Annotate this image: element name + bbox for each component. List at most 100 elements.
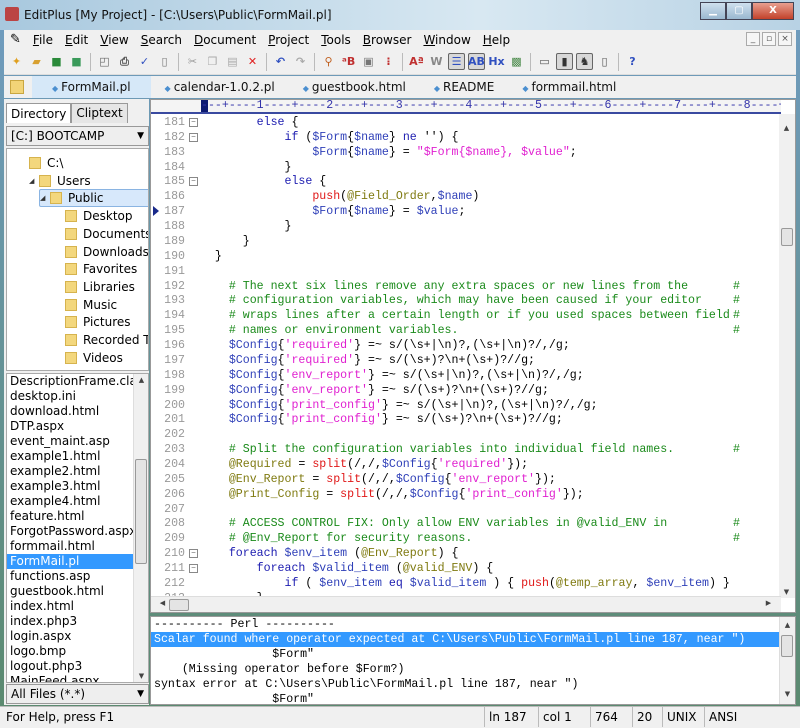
- directory-window-icon[interactable]: ▮: [556, 53, 573, 70]
- code-line[interactable]: 205 @Env_Report = split(/,/,$Config{'env…: [151, 472, 781, 487]
- minimize-button[interactable]: ▁: [700, 2, 726, 20]
- fold-toggle-icon[interactable]: −: [189, 132, 198, 142]
- file-list-item[interactable]: logo.bmp: [7, 644, 133, 659]
- tab-directory[interactable]: Directory: [6, 103, 72, 123]
- tree-item-public[interactable]: ◢ Public: [39, 189, 148, 208]
- code-line[interactable]: 183 $Form{$name} = "$Form{$name}, $value…: [151, 145, 781, 160]
- goto-icon[interactable]: ▣: [360, 53, 377, 70]
- scroll-right-icon[interactable]: ▶: [761, 599, 776, 607]
- menu-search[interactable]: Search: [135, 33, 188, 47]
- hex-view-icon[interactable]: Hx: [488, 53, 505, 70]
- tree-item-downloads[interactable]: Downloads: [55, 243, 148, 261]
- code-line[interactable]: 194 # wraps lines after a certain length…: [151, 308, 781, 323]
- scroll-down-icon[interactable]: ▼: [780, 690, 795, 698]
- file-list-item[interactable]: guestbook.html: [7, 584, 133, 599]
- tab-formmail-html[interactable]: ◆ formmail.html: [508, 76, 630, 98]
- scroll-up-icon[interactable]: ▲: [779, 124, 794, 132]
- code-line[interactable]: 192 # The next six lines remove any extr…: [151, 279, 781, 294]
- menu-view[interactable]: View: [94, 33, 134, 47]
- line-numbers-icon[interactable]: ⁝: [380, 53, 397, 70]
- file-list-scrollbar[interactable]: ▲ ▼: [133, 374, 148, 682]
- fold-toggle-icon[interactable]: −: [189, 177, 198, 187]
- file-list-item[interactable]: example3.html: [7, 479, 133, 494]
- code-line[interactable]: 195 # names or environment variables. #: [151, 323, 781, 338]
- scroll-down-icon[interactable]: ▼: [779, 588, 794, 596]
- tab-calendar-1-0-2-pl[interactable]: ◆ calendar-1.0.2.pl: [151, 76, 289, 98]
- find-icon[interactable]: ⚲: [320, 53, 337, 70]
- cliptext-window-icon[interactable]: ♞: [576, 53, 593, 70]
- menu-browser[interactable]: Browser: [357, 33, 418, 47]
- menu-project[interactable]: Project: [262, 33, 315, 47]
- code-line[interactable]: 206 @Print_Config = split(/,/,$Config{'p…: [151, 487, 781, 502]
- file-list-item[interactable]: index.php3: [7, 614, 133, 629]
- fold-toggle-icon[interactable]: −: [189, 118, 198, 127]
- file-list-item[interactable]: feature.html: [7, 509, 133, 524]
- scroll-thumb[interactable]: [781, 228, 793, 246]
- tree-item-libraries[interactable]: Libraries: [55, 278, 148, 296]
- scroll-down-icon[interactable]: ▼: [134, 672, 148, 680]
- code-line[interactable]: 203 # Split the configuration variables …: [151, 442, 781, 457]
- scroll-thumb[interactable]: [169, 599, 189, 611]
- file-list-item[interactable]: DTP.aspx: [7, 419, 133, 434]
- scroll-thumb[interactable]: [135, 459, 147, 564]
- tab-formmail-pl[interactable]: ◆ FormMail.pl: [32, 76, 151, 98]
- output-line[interactable]: ---------- Perl ----------: [151, 617, 779, 632]
- maximize-button[interactable]: ▢: [726, 2, 752, 20]
- scroll-thumb[interactable]: [781, 635, 793, 657]
- file-list-item[interactable]: ForgotPassword.aspx: [7, 524, 133, 539]
- editor-vertical-scrollbar[interactable]: ▲ ▼: [779, 114, 795, 598]
- tree-item-recorded-tv[interactable]: Recorded TV: [55, 331, 148, 349]
- status-eol[interactable]: UNIX: [662, 707, 704, 727]
- file-list-item[interactable]: DescriptionFrame.class: [7, 374, 133, 389]
- scroll-up-icon[interactable]: ▲: [134, 376, 148, 384]
- mdi-minimize-button[interactable]: _: [746, 32, 760, 46]
- undo-icon[interactable]: ↶: [272, 53, 289, 70]
- code-line[interactable]: 209 # @Env_Report for security reasons. #: [151, 531, 781, 546]
- code-line[interactable]: 196 $Config{'required'} =~ s/(\s+|\n)?,(…: [151, 338, 781, 353]
- output-window[interactable]: ---------- Perl ---------- Scalar found w…: [150, 616, 796, 705]
- menu-help[interactable]: Help: [477, 33, 516, 47]
- spell-check-icon[interactable]: ✓: [136, 53, 153, 70]
- redo-icon[interactable]: ↷: [292, 53, 309, 70]
- file-filter-select[interactable]: All Files (*.*) ▼: [6, 684, 149, 704]
- code-line[interactable]: 212 if ( $env_item eq $valid_item ) { pu…: [151, 576, 781, 591]
- file-list-item[interactable]: event_maint.asp: [7, 434, 133, 449]
- code-line[interactable]: 198 $Config{'env_report'} =~ s/(\s+|\n)?…: [151, 368, 781, 383]
- tree-item-c-[interactable]: C:\: [19, 154, 148, 172]
- tree-item-desktop[interactable]: Desktop: [55, 207, 148, 225]
- word-wrap-icon[interactable]: W: [428, 53, 445, 70]
- file-list-item[interactable]: example4.html: [7, 494, 133, 509]
- code-line[interactable]: 207: [151, 502, 781, 517]
- code-line[interactable]: 204 @Required = split(/,/,$Config{'requi…: [151, 457, 781, 472]
- ruler-icon[interactable]: ☰: [448, 53, 465, 70]
- menu-tools[interactable]: Tools: [315, 33, 357, 47]
- output-scrollbar[interactable]: ▲ ▼: [779, 617, 795, 704]
- tree-item-documents[interactable]: Documents: [55, 225, 148, 243]
- code-line[interactable]: 188 }: [151, 219, 781, 234]
- menu-document[interactable]: Document: [188, 33, 262, 47]
- file-list-item[interactable]: functions.asp: [7, 569, 133, 584]
- code-area[interactable]: 181− else {182− if ($Form{$name} ne '') …: [151, 115, 781, 597]
- delete-icon[interactable]: ✕: [244, 53, 261, 70]
- html-preview-icon[interactable]: ▯: [156, 53, 173, 70]
- drive-select[interactable]: [C:] BOOTCAMP ▼: [6, 126, 149, 146]
- code-line[interactable]: 189 }: [151, 234, 781, 249]
- code-line[interactable]: 193 # configuration variables, which may…: [151, 293, 781, 308]
- file-list-item[interactable]: FormMail.pl: [7, 554, 133, 569]
- code-line[interactable]: 202: [151, 427, 781, 442]
- font-size-icon[interactable]: Aª: [408, 53, 425, 70]
- screen-icon[interactable]: ▩: [508, 53, 525, 70]
- file-list-item[interactable]: MainFeed.aspx: [7, 674, 133, 682]
- code-line[interactable]: 200 $Config{'print_config'} =~ s/(\s+|\n…: [151, 398, 781, 413]
- file-list-item[interactable]: desktop.ini: [7, 389, 133, 404]
- menu-window[interactable]: Window: [417, 33, 476, 47]
- file-list-item[interactable]: login.aspx: [7, 629, 133, 644]
- output-line[interactable]: syntax error at C:\Users\Public\FormMail…: [151, 677, 779, 692]
- tree-item-videos[interactable]: Videos: [55, 349, 148, 367]
- code-line[interactable]: 190 }: [151, 249, 781, 264]
- file-list-item[interactable]: example1.html: [7, 449, 133, 464]
- code-line[interactable]: 211− foreach $valid_item (@valid_ENV) {: [151, 561, 781, 576]
- code-line[interactable]: 185− else {: [151, 174, 781, 189]
- file-list-item[interactable]: example2.html: [7, 464, 133, 479]
- mdi-close-button[interactable]: ×: [778, 32, 792, 46]
